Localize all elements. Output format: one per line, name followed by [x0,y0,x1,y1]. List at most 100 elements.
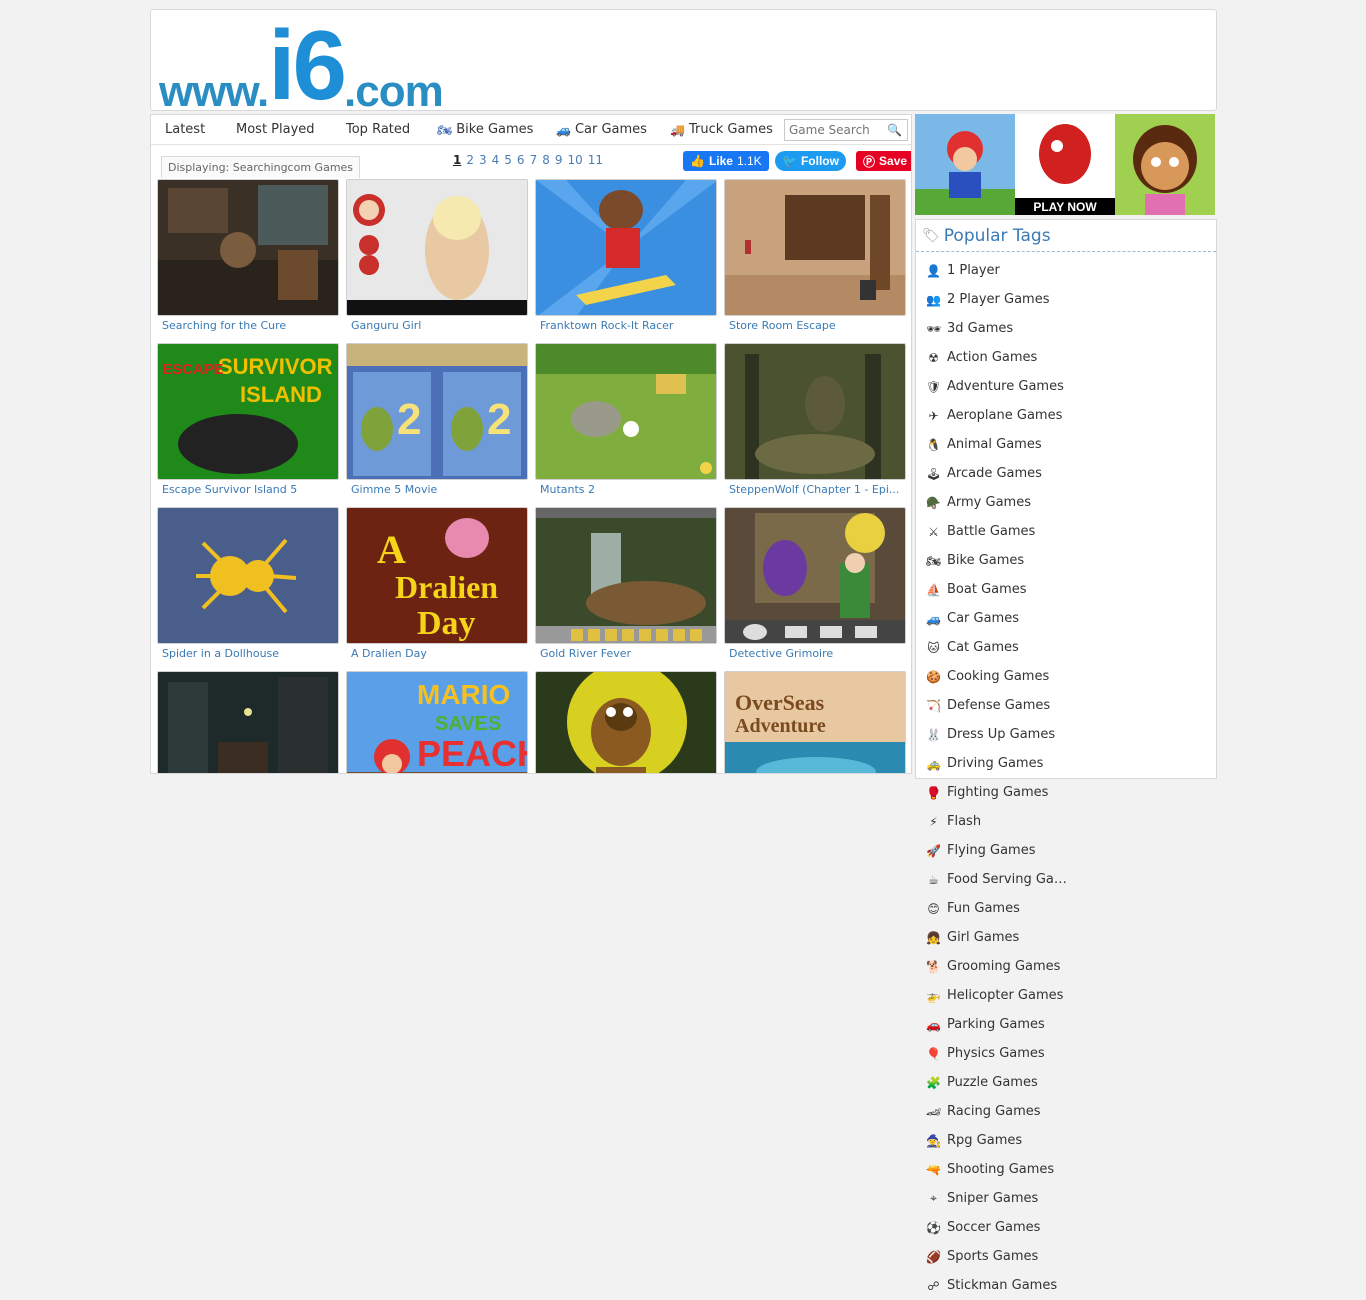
tag-item[interactable]: ☕ Food Serving Games [926,865,1072,894]
game-card[interactable] [157,671,339,773]
site-logo[interactable]: www.i6.com [159,16,444,114]
page-link[interactable]: 11 [588,153,603,167]
game-card[interactable]: SURVIVOR ISLAND ESCAPE Escape Survivor Isl… [157,343,339,501]
game-card[interactable] [535,671,717,773]
tag-item[interactable]: ✈ Aeroplane Games [926,401,1072,430]
game-title[interactable]: SteppenWolf (Chapter 1 - Epi... [729,483,901,496]
game-card[interactable]: Ganguru Girl [346,179,528,337]
game-thumbnail[interactable] [346,179,528,316]
facebook-like-button[interactable]: 👍 Like 1.1K [683,151,769,171]
tag-item[interactable]: 👤 1 Player [926,256,1072,285]
nav-most-played[interactable]: Most Played [236,122,315,137]
game-thumbnail[interactable]: 22 [346,343,528,480]
game-title[interactable]: Spider in a Dollhouse [162,647,334,660]
tag-item[interactable]: 🚗 Parking Games [926,1010,1072,1039]
tag-item[interactable]: 🪖 Army Games [926,488,1072,517]
game-thumbnail[interactable] [535,343,717,480]
game-title[interactable]: Detective Grimoire [729,647,901,660]
game-title[interactable]: Escape Survivor Island 5 [162,483,334,496]
page-link[interactable]: 10 [567,153,582,167]
game-thumbnail[interactable] [724,343,906,480]
tag-item[interactable]: ⛵ Boat Games [926,575,1072,604]
page-link[interactable]: 5 [504,153,512,167]
game-card[interactable]: Detective Grimoire [724,507,906,665]
game-card[interactable]: Spider in a Dollhouse [157,507,339,665]
game-title[interactable]: Store Room Escape [729,319,901,332]
tag-item[interactable]: 🧙 Rpg Games [926,1126,1072,1155]
game-title[interactable]: Mutants 2 [540,483,712,496]
game-title[interactable]: Gold River Fever [540,647,712,660]
page-link[interactable]: 9 [555,153,563,167]
tag-item[interactable]: ⚽ Soccer Games [926,1213,1072,1242]
game-thumbnail[interactable] [535,671,717,773]
game-thumbnail[interactable]: OverSeas Adventure [724,671,906,773]
nav-top-rated[interactable]: Top Rated [346,122,410,137]
page-link[interactable]: 2 [466,153,474,167]
tag-item[interactable]: 🐕 Grooming Games [926,952,1072,981]
page-link[interactable]: 8 [542,153,550,167]
page-link[interactable]: 7 [530,153,538,167]
tag-item[interactable]: 🕹 Arcade Games [926,459,1072,488]
tag-item[interactable]: ☍ Stickman Games [926,1271,1072,1300]
tag-item[interactable]: 🧩 Puzzle Games [926,1068,1072,1097]
nav-truck-games[interactable]: 🚚 Truck Games [670,122,773,137]
ad-dora[interactable] [1115,114,1215,215]
tag-item[interactable]: 🐱 Cat Games [926,633,1072,662]
tag-item[interactable]: 🐰 Dress Up Games [926,720,1072,749]
tag-item[interactable]: 🕶 3d Games [926,314,1072,343]
search-input[interactable] [785,123,885,137]
tag-item[interactable]: 🛡 Adventure Games [926,372,1072,401]
tag-item[interactable]: 🚙 Car Games [926,604,1072,633]
game-card[interactable]: Franktown Rock-It Racer [535,179,717,337]
page-link[interactable]: 6 [517,153,525,167]
ad-play-now[interactable]: PLAY NOW [1015,114,1115,215]
tag-item[interactable]: 😊 Fun Games [926,894,1072,923]
game-title[interactable]: Franktown Rock-It Racer [540,319,712,332]
game-thumbnail[interactable] [157,671,339,773]
game-title[interactable]: Ganguru Girl [351,319,523,332]
twitter-follow-button[interactable]: 🐦 Follow [775,151,846,171]
tag-item[interactable]: 🚕 Driving Games [926,749,1072,778]
tag-item[interactable]: ⚡ Flash [926,807,1072,836]
tag-item[interactable]: 🐧 Animal Games [926,430,1072,459]
search-icon[interactable]: 🔍 [887,123,902,137]
game-thumbnail[interactable]: MARIOSAVESPEACH [346,671,528,773]
game-card[interactable]: Gold River Fever [535,507,717,665]
page-link[interactable]: 4 [492,153,500,167]
tag-item[interactable]: 👧 Girl Games [926,923,1072,952]
game-card[interactable]: 22 Gimme 5 Movie [346,343,528,501]
game-card[interactable]: SteppenWolf (Chapter 1 - Epi... [724,343,906,501]
game-title[interactable]: A Dralien Day [351,647,523,660]
game-card[interactable]: Searching for the Cure [157,179,339,337]
tag-item[interactable]: 🏹 Defense Games [926,691,1072,720]
tag-item[interactable]: 🏎 Racing Games [926,1097,1072,1126]
game-card[interactable]: Store Room Escape [724,179,906,337]
tag-item[interactable]: 🥊 Fighting Games [926,778,1072,807]
nav-car-games[interactable]: 🚙 Car Games [556,122,647,137]
game-thumbnail[interactable]: A Dralien Day [346,507,528,644]
game-card[interactable]: MARIOSAVESPEACH [346,671,528,773]
tag-item[interactable]: 🍪 Cooking Games [926,662,1072,691]
tag-item[interactable]: 🏈 Sports Games [926,1242,1072,1271]
game-card[interactable]: OverSeas Adventure [724,671,906,773]
nav-bike-games[interactable]: 🏍 Bike Games [437,122,533,137]
tag-item[interactable]: 🏍 Bike Games [926,546,1072,575]
tag-item[interactable]: 🎈 Physics Games [926,1039,1072,1068]
game-card[interactable]: A Dralien Day A Dralien Day [346,507,528,665]
game-thumbnail[interactable] [157,507,339,644]
ad-mario[interactable] [915,114,1015,215]
tag-item[interactable]: 🚁 Helicopter Games [926,981,1072,1010]
game-thumbnail[interactable] [535,507,717,644]
tag-item[interactable]: 👥 2 Player Games [926,285,1072,314]
game-title[interactable]: Gimme 5 Movie [351,483,523,496]
game-title[interactable]: Searching for the Cure [162,319,334,332]
game-thumbnail[interactable] [724,179,906,316]
nav-latest[interactable]: Latest [165,122,205,137]
game-thumbnail[interactable]: SURVIVOR ISLAND ESCAPE [157,343,339,480]
tag-item[interactable]: ☢ Action Games [926,343,1072,372]
game-thumbnail[interactable] [535,179,717,316]
tag-item[interactable]: 🚀 Flying Games [926,836,1072,865]
tag-item[interactable]: ⌖ Sniper Games [926,1184,1072,1213]
tag-item[interactable]: 🔫 Shooting Games [926,1155,1072,1184]
tag-item[interactable]: ⚔ Battle Games [926,517,1072,546]
